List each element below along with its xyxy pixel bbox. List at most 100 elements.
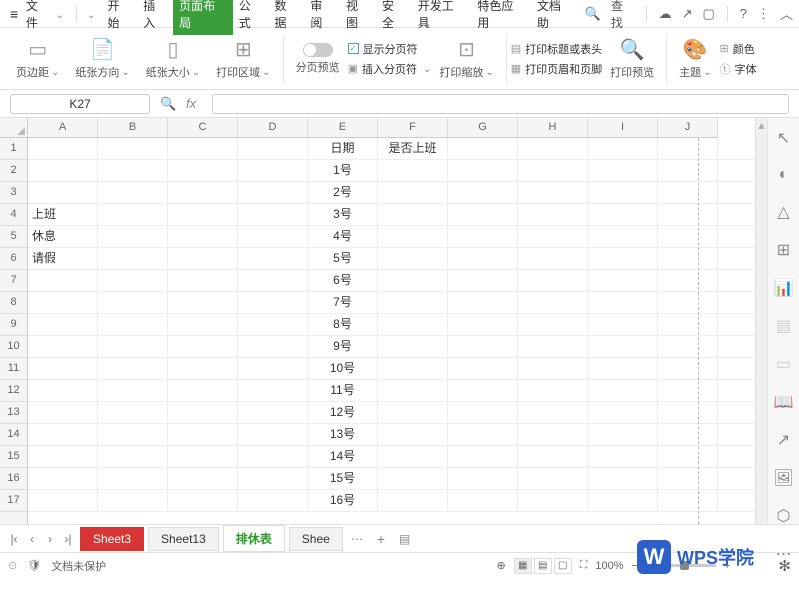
- cell-C16[interactable]: [168, 468, 238, 489]
- cell-C5[interactable]: [168, 226, 238, 247]
- cell-E16[interactable]: 15号: [308, 468, 378, 489]
- print-titles[interactable]: ▤打印标题或表头: [511, 41, 602, 57]
- cell-A7[interactable]: [28, 270, 98, 291]
- page-view[interactable]: ▤: [534, 558, 552, 574]
- print-zoom-button[interactable]: ⊡打印缩放: [431, 37, 501, 80]
- cell-F16[interactable]: [378, 468, 448, 489]
- cell-H13[interactable]: [518, 402, 588, 423]
- sheet-first[interactable]: |‹: [6, 532, 22, 546]
- cell-E6[interactable]: 5号: [308, 248, 378, 269]
- cell-B8[interactable]: [98, 292, 168, 313]
- sheet-tab-1[interactable]: Sheet3: [80, 527, 144, 551]
- cell-I3[interactable]: [588, 182, 658, 203]
- show-page-break[interactable]: ✓显示分页符: [348, 41, 432, 57]
- cell-B5[interactable]: [98, 226, 168, 247]
- cell-I5[interactable]: [588, 226, 658, 247]
- cell-D17[interactable]: [238, 490, 308, 511]
- cell-J6[interactable]: [658, 248, 718, 269]
- sheet-next[interactable]: ›: [42, 532, 58, 546]
- cell-J11[interactable]: [658, 358, 718, 379]
- col-header-E[interactable]: E: [308, 118, 378, 137]
- row-header-15[interactable]: 15: [0, 446, 27, 468]
- sheet-more[interactable]: ⋯: [347, 532, 367, 546]
- cell-C9[interactable]: [168, 314, 238, 335]
- cell-E2[interactable]: 1号: [308, 160, 378, 181]
- cell-F17[interactable]: [378, 490, 448, 511]
- more-icon[interactable]: ⋮: [757, 6, 770, 22]
- cell-I10[interactable]: [588, 336, 658, 357]
- tab-review[interactable]: 审阅: [304, 0, 340, 35]
- insert-page-break[interactable]: ▣插入分页符: [348, 61, 432, 77]
- row-header-17[interactable]: 17: [0, 490, 27, 512]
- row-header-12[interactable]: 12: [0, 380, 27, 402]
- cell-B9[interactable]: [98, 314, 168, 335]
- sheet-list[interactable]: ▤: [395, 532, 414, 546]
- sheet-prev[interactable]: ‹: [24, 532, 40, 546]
- cell-D5[interactable]: [238, 226, 308, 247]
- cell-C4[interactable]: [168, 204, 238, 225]
- cell-C13[interactable]: [168, 402, 238, 423]
- cell-G5[interactable]: [448, 226, 518, 247]
- row-header-7[interactable]: 7: [0, 270, 27, 292]
- tab-data[interactable]: 数据: [269, 0, 305, 35]
- cell-B7[interactable]: [98, 270, 168, 291]
- row-header-5[interactable]: 5: [0, 226, 27, 248]
- row-header-16[interactable]: 16: [0, 468, 27, 490]
- cell-D11[interactable]: [238, 358, 308, 379]
- cell-A14[interactable]: [28, 424, 98, 445]
- cell-G4[interactable]: [448, 204, 518, 225]
- cell-F4[interactable]: [378, 204, 448, 225]
- paper-size-button[interactable]: ▯纸张大小: [138, 37, 208, 80]
- cell-G10[interactable]: [448, 336, 518, 357]
- col-header-J[interactable]: J: [658, 118, 718, 137]
- zoom-value[interactable]: 100%: [595, 560, 623, 572]
- cell-I7[interactable]: [588, 270, 658, 291]
- theme-fonts[interactable]: ⓣ字体: [720, 61, 757, 77]
- cell-D13[interactable]: [238, 402, 308, 423]
- cell-J16[interactable]: [658, 468, 718, 489]
- cell-D16[interactable]: [238, 468, 308, 489]
- row-header-10[interactable]: 10: [0, 336, 27, 358]
- cell-J7[interactable]: [658, 270, 718, 291]
- tab-view[interactable]: 视图: [340, 0, 376, 35]
- cell-H3[interactable]: [518, 182, 588, 203]
- theme-button[interactable]: 🎨主题: [671, 37, 719, 80]
- cell-J12[interactable]: [658, 380, 718, 401]
- cell-C1[interactable]: [168, 138, 238, 159]
- cell-J14[interactable]: [658, 424, 718, 445]
- cell-H7[interactable]: [518, 270, 588, 291]
- quick-access-dropdown[interactable]: [85, 7, 95, 21]
- tab-developer[interactable]: 开发工具: [412, 0, 472, 35]
- cell-G14[interactable]: [448, 424, 518, 445]
- orientation-button[interactable]: 📄纸张方向: [67, 37, 137, 80]
- cell-D7[interactable]: [238, 270, 308, 291]
- cell-F10[interactable]: [378, 336, 448, 357]
- cell-J3[interactable]: [658, 182, 718, 203]
- cell-E4[interactable]: 3号: [308, 204, 378, 225]
- fx-icon[interactable]: fx: [186, 96, 202, 112]
- cell-G17[interactable]: [448, 490, 518, 511]
- cell-E7[interactable]: 6号: [308, 270, 378, 291]
- cell-H15[interactable]: [518, 446, 588, 467]
- col-header-B[interactable]: B: [98, 118, 168, 137]
- tab-special[interactable]: 特色应用: [471, 0, 531, 35]
- cell-A6[interactable]: 请假: [28, 248, 98, 269]
- cell-F6[interactable]: [378, 248, 448, 269]
- cell-I8[interactable]: [588, 292, 658, 313]
- cell-A10[interactable]: [28, 336, 98, 357]
- cell-F14[interactable]: [378, 424, 448, 445]
- col-header-D[interactable]: D: [238, 118, 308, 137]
- cell-D6[interactable]: [238, 248, 308, 269]
- cell-J17[interactable]: [658, 490, 718, 511]
- cell-D15[interactable]: [238, 446, 308, 467]
- formula-bar[interactable]: [212, 94, 789, 114]
- cell-D10[interactable]: [238, 336, 308, 357]
- cell-B11[interactable]: [98, 358, 168, 379]
- sheet-tab-4[interactable]: Shee: [289, 527, 343, 551]
- cell-F7[interactable]: [378, 270, 448, 291]
- protect-icon[interactable]: 🛡: [27, 559, 41, 572]
- select-all-corner[interactable]: [0, 118, 28, 138]
- cell-B12[interactable]: [98, 380, 168, 401]
- cell-A3[interactable]: [28, 182, 98, 203]
- cell-G6[interactable]: [448, 248, 518, 269]
